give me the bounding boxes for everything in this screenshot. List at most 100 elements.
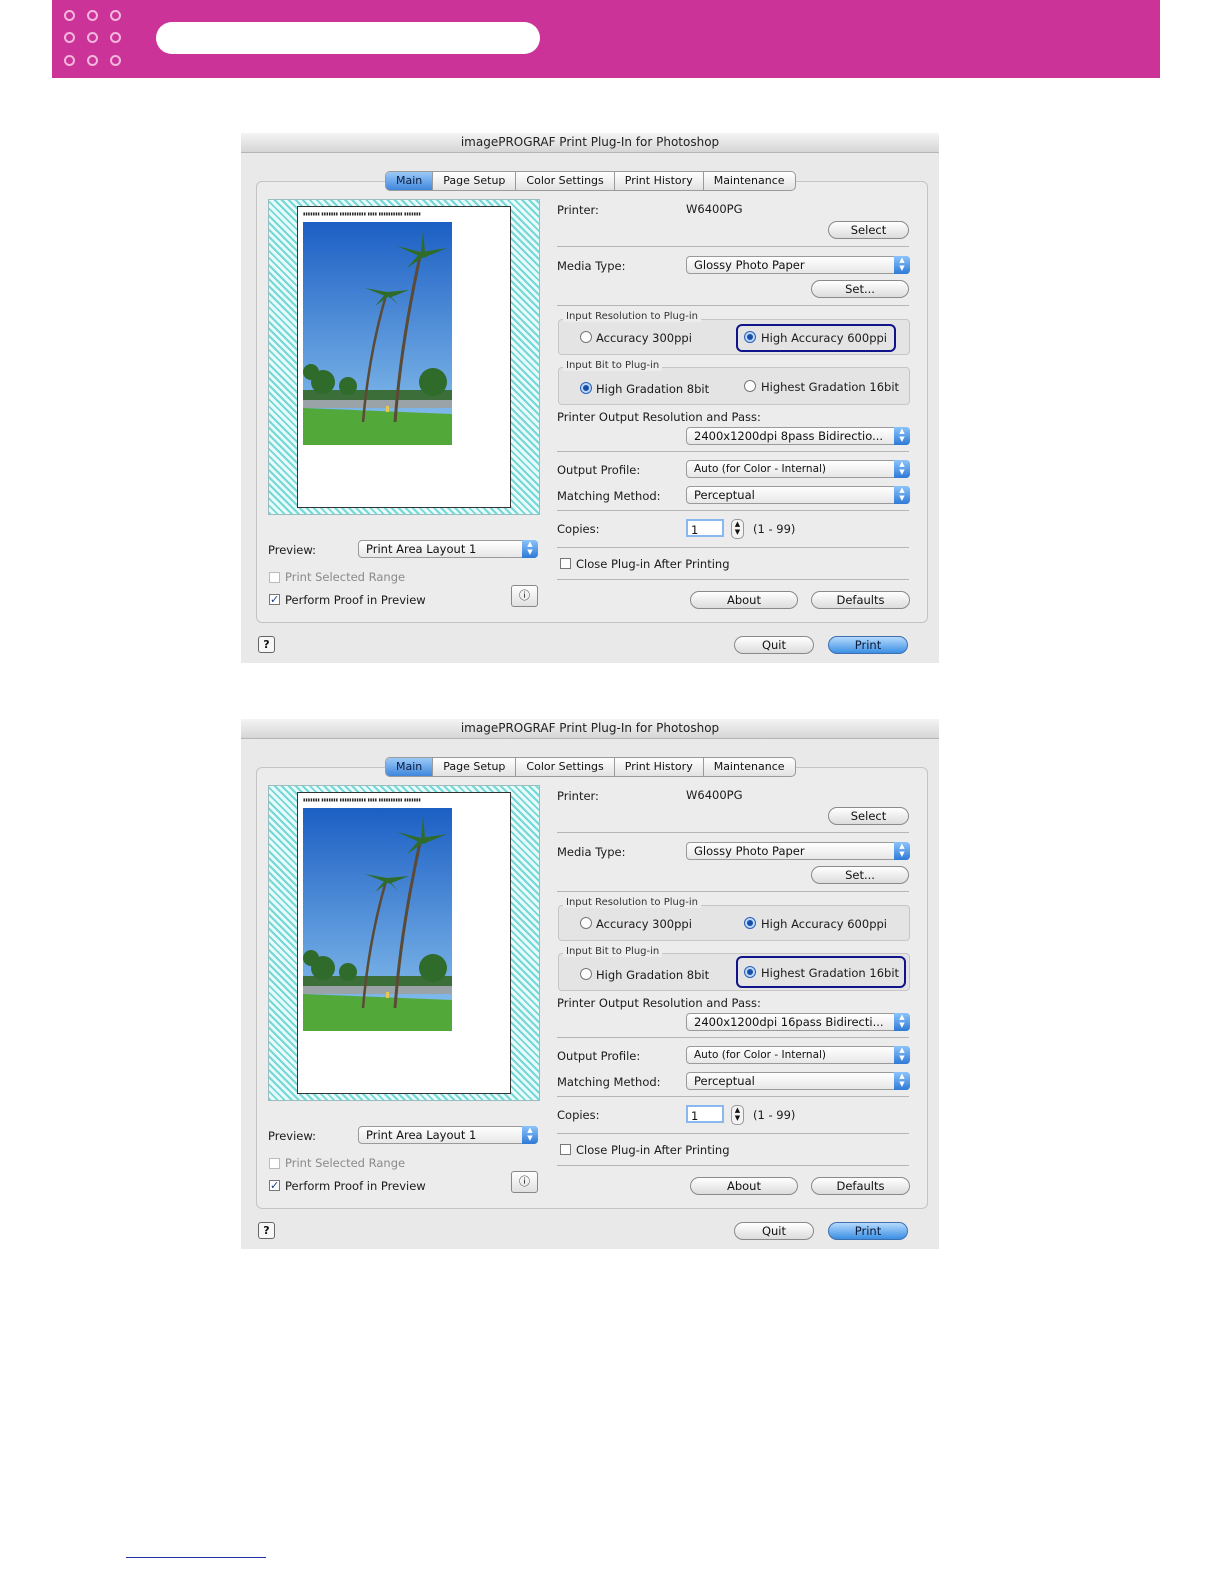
media-type-popup[interactable]: Glossy Photo Paper ▲ ▼ (686, 256, 910, 274)
highlight-box (736, 324, 896, 352)
separator (557, 246, 909, 247)
help-icon[interactable]: ? (258, 636, 275, 653)
tab-bar: Main Page Setup Color Settings Print Histor… (385, 171, 796, 191)
separator (557, 451, 909, 452)
perform-proof-checkbox[interactable]: ✓ (269, 594, 280, 605)
select-button[interactable]: Select (828, 807, 909, 825)
output-resolution-popup[interactable]: 2400x1200dpi 16pass Bidirecti... ▲ ▼ (686, 1013, 910, 1031)
proof-settings-button[interactable]: ⓘ (511, 585, 538, 607)
input-bit-group-label: Input Bit to Plug-in (563, 946, 663, 957)
media-type-popup[interactable]: Glossy Photo Paper ▲ ▼ (686, 842, 910, 860)
close-after-printing-checkbox[interactable] (560, 1144, 571, 1155)
perform-proof-checkbox[interactable]: ✓ (269, 1180, 280, 1191)
quit-button[interactable]: Quit (734, 636, 814, 654)
highest-gradation-16bit-radio[interactable] (744, 380, 756, 392)
footer-link-line (126, 1557, 266, 1558)
matching-method-popup[interactable]: Perceptual ▲ ▼ (686, 486, 910, 504)
high-gradation-8bit-radio[interactable] (580, 382, 592, 394)
proof-info-icon: ⓘ (519, 589, 530, 602)
preview-area: ▮▮▮▮▮▮▮ ▮▮▮▮▮▮▮ ▮▮▮▮▮▮▮▮▮▮▮ ▮▮▮▮ ▮▮▮▮▮▮▮… (268, 785, 540, 1101)
tab-print-history[interactable]: Print History (615, 172, 704, 190)
tab-color-settings[interactable]: Color Settings (516, 758, 615, 776)
popup-arrows-icon: ▲ ▼ (522, 1126, 538, 1144)
preview-label: Preview: (268, 543, 317, 557)
window-title: imagePROGRAF Print Plug-In for Photoshop (241, 133, 939, 153)
copies-stepper[interactable]: ▲ ▼ (731, 1105, 744, 1125)
output-profile-popup[interactable]: Auto (for Color - Internal) ▲ ▼ (686, 1046, 910, 1064)
print-plugin-dialog: imagePROGRAF Print Plug-In for Photoshop… (241, 133, 939, 663)
copies-range: (1 - 99) (753, 522, 796, 536)
preview-paper: ▮▮▮▮▮▮▮ ▮▮▮▮▮▮▮ ▮▮▮▮▮▮▮▮▮▮▮ ▮▮▮▮ ▮▮▮▮▮▮▮… (297, 792, 511, 1094)
matching-method-popup-value: Perceptual (694, 488, 755, 502)
accuracy-300ppi-radio[interactable] (580, 917, 592, 929)
select-button[interactable]: Select (828, 221, 909, 239)
print-selected-range-checkbox[interactable] (269, 1158, 280, 1169)
tab-color-settings[interactable]: Color Settings (516, 172, 615, 190)
perform-proof-label: Perform Proof in Preview (285, 1179, 426, 1193)
dot-grid-decoration (62, 8, 126, 72)
close-after-printing-label: Close Plug-in After Printing (576, 1143, 730, 1157)
output-resolution-popup-value: 2400x1200dpi 8pass Bidirectio... (694, 429, 884, 443)
tab-print-history[interactable]: Print History (615, 758, 704, 776)
about-button[interactable]: About (690, 1177, 798, 1195)
popup-arrows-icon: ▲ ▼ (894, 1046, 910, 1064)
high-gradation-8bit-label: High Gradation 8bit (596, 382, 710, 396)
high-gradation-8bit-label: High Gradation 8bit (596, 968, 710, 982)
accuracy-300ppi-label: Accuracy 300ppi (596, 917, 692, 931)
tab-page-setup[interactable]: Page Setup (433, 758, 517, 776)
tab-main[interactable]: Main (386, 172, 434, 190)
output-profile-popup[interactable]: Auto (for Color - Internal) ▲ ▼ (686, 460, 910, 478)
set-button[interactable]: Set... (811, 866, 909, 884)
popup-arrows-icon: ▲ ▼ (894, 1013, 910, 1031)
set-button[interactable]: Set... (811, 280, 909, 298)
window-title: imagePROGRAF Print Plug-In for Photoshop (241, 719, 939, 739)
print-button[interactable]: Print (828, 1222, 908, 1240)
print-button[interactable]: Print (828, 636, 908, 654)
separator (557, 1096, 909, 1097)
preview-popup[interactable]: Print Area Layout 1 ▲ ▼ (358, 1126, 538, 1144)
separator (557, 1133, 909, 1134)
preview-photo (303, 808, 452, 1031)
popup-arrows-icon: ▲ ▼ (894, 1072, 910, 1090)
defaults-button[interactable]: Defaults (811, 1177, 910, 1195)
input-bit-group-label: Input Bit to Plug-in (563, 360, 663, 371)
matching-method-popup[interactable]: Perceptual ▲ ▼ (686, 1072, 910, 1090)
popup-arrows-icon: ▲ ▼ (894, 256, 910, 274)
copies-stepper[interactable]: ▲ ▼ (731, 519, 744, 539)
preview-popup[interactable]: Print Area Layout 1 ▲ ▼ (358, 540, 538, 558)
matching-method-label: Matching Method: (557, 489, 661, 503)
popup-arrows-icon: ▲ ▼ (894, 486, 910, 504)
accuracy-300ppi-label: Accuracy 300ppi (596, 331, 692, 345)
about-button[interactable]: About (690, 591, 798, 609)
tab-maintenance[interactable]: Maintenance (704, 758, 795, 776)
media-type-label: Media Type: (557, 845, 626, 859)
popup-arrows-icon: ▲ ▼ (894, 427, 910, 445)
defaults-button[interactable]: Defaults (811, 591, 910, 609)
printer-label: Printer: (557, 203, 599, 217)
copies-input[interactable]: 1 (686, 519, 724, 537)
tab-bar: Main Page Setup Color Settings Print Histor… (385, 757, 796, 777)
tab-main[interactable]: Main (386, 758, 434, 776)
close-after-printing-checkbox[interactable] (560, 558, 571, 569)
output-profile-popup-value: Auto (for Color - Internal) (694, 463, 827, 475)
banner-title-field (156, 22, 540, 54)
proof-settings-button[interactable]: ⓘ (511, 1171, 538, 1193)
separator (557, 832, 909, 833)
quit-button[interactable]: Quit (734, 1222, 814, 1240)
print-selected-range-label: Print Selected Range (285, 1156, 406, 1170)
print-selected-range-checkbox[interactable] (269, 572, 280, 583)
accuracy-300ppi-radio[interactable] (580, 331, 592, 343)
high-gradation-8bit-radio[interactable] (580, 968, 592, 980)
media-type-label: Media Type: (557, 259, 626, 273)
separator (557, 305, 909, 306)
copies-input[interactable]: 1 (686, 1105, 724, 1123)
output-resolution-popup[interactable]: 2400x1200dpi 8pass Bidirectio... ▲ ▼ (686, 427, 910, 445)
input-resolution-group-label: Input Resolution to Plug-in (563, 311, 701, 322)
high-accuracy-600ppi-radio[interactable] (744, 917, 756, 929)
tab-maintenance[interactable]: Maintenance (704, 172, 795, 190)
paper-header-text: ▮▮▮▮▮▮▮ ▮▮▮▮▮▮▮ ▮▮▮▮▮▮▮▮▮▮▮ ▮▮▮▮ ▮▮▮▮▮▮▮… (303, 211, 421, 216)
tab-page-setup[interactable]: Page Setup (433, 172, 517, 190)
separator (557, 1037, 909, 1038)
separator (557, 1165, 909, 1166)
help-icon[interactable]: ? (258, 1222, 275, 1239)
